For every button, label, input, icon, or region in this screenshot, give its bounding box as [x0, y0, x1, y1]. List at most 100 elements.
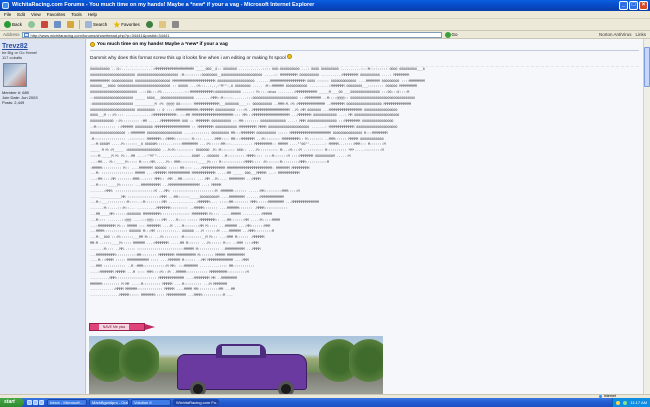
ascii-art-line: ...MMM ::::::::::: ..M :MMM::::::::::::M…	[90, 264, 255, 269]
forward-button[interactable]	[27, 20, 36, 29]
ascii-art-line: ...MMMM:::::::::::: 000000 M:::MM ::::::…	[90, 229, 274, 234]
close-button[interactable]: ×	[639, 1, 648, 10]
start-button[interactable]: start	[0, 398, 24, 407]
mail-icon	[158, 21, 166, 28]
go-label: Go	[451, 32, 458, 37]
maximize-button[interactable]: □	[629, 1, 638, 10]
ascii-art-line: MMMMMMMMMM 00000000000 00000000000000000…	[90, 78, 425, 83]
ascii-art-line: ...............MMMMM::::: MMMMMMM::::: M…	[90, 293, 233, 298]
minimize-button[interactable]: _	[619, 1, 628, 10]
search-button[interactable]: Search	[84, 20, 108, 29]
taskbar-item-active[interactable]: WichitaRacing.com Fo...	[173, 399, 219, 406]
print-icon	[171, 21, 179, 28]
refresh-button[interactable]	[53, 20, 62, 29]
truck-window	[222, 346, 260, 355]
address-url: http://www.wichitaracing.com/forums/show…	[30, 32, 170, 38]
menu-edit[interactable]: Edit	[17, 12, 25, 17]
favorites-star-icon	[113, 21, 121, 28]
quick-launch-icon[interactable]	[39, 400, 44, 405]
taskbar-item[interactable]: Inbox - Microsoft...	[47, 399, 87, 406]
post-title-text: You much time on my hands! Maybe a *new*…	[97, 42, 228, 47]
truck-wheel	[190, 381, 206, 394]
tree-shape	[119, 338, 159, 383]
ascii-art-line: :000000000000000000000 __________M :M: @…	[90, 101, 411, 106]
post-title: You much time on my hands! Maybe a *new*…	[90, 42, 639, 47]
ascii-art-line: ..........MMM::::::::::::::::::::: MMMMM…	[90, 275, 237, 280]
smiley-icon	[90, 42, 95, 47]
system-tray: 11:17 AM	[612, 398, 650, 407]
ascii-art-line: .......M::....:::M::... ..........MMMMMM…	[90, 206, 288, 211]
tree-shape	[349, 338, 383, 383]
standard-toolbar: Back Search Favorites	[0, 19, 650, 31]
ascii-art-line: _____ M M::M_____ :00000000000000000 ...…	[90, 148, 384, 153]
go-button[interactable]: Go	[444, 31, 458, 38]
ascii-art-line: ::00000000000000000000 _____ 0000___0000…	[90, 96, 415, 100]
ascii-art-line: 000000___0000 00000000000000000000000000…	[90, 84, 417, 89]
ascii-art-line: ...:MM... M::_____M::::: M:::::MM......M…	[90, 159, 329, 164]
ascii-art-line: MMMMMM::::::::: M MM .....M::::::::: MMM…	[90, 281, 228, 286]
smiley-icon	[287, 54, 293, 59]
mail-button[interactable]	[158, 20, 167, 29]
home-icon	[67, 21, 75, 28]
ascii-art-line: .......:MMM: ::::::::::::::::::::M ...MM…	[90, 188, 300, 193]
address-label: Address	[3, 32, 20, 37]
author-name-link[interactable]: Trevz82	[2, 43, 85, 50]
search-label: Search	[93, 22, 108, 27]
ascii-art-line: 00000000000000000000000 0000000000000000…	[90, 72, 410, 77]
tray-icon[interactable]	[616, 400, 621, 405]
ascii-art-line: MM:M ..::::____M::::: MMMMMM ...:MMMMMMM…	[90, 241, 259, 245]
author-avatar[interactable]	[3, 63, 27, 87]
toolbar-separator	[79, 20, 81, 29]
post-message-text: Dammit why does this format screw this u…	[90, 56, 286, 61]
menu-favorites[interactable]: Favorites	[47, 12, 66, 17]
tray-icon[interactable]	[623, 400, 628, 405]
menu-tools[interactable]: Tools	[71, 12, 82, 17]
scrollbar-thumb[interactable]	[644, 47, 650, 87]
search-icon	[85, 21, 93, 28]
stop-button[interactable]	[40, 20, 49, 29]
forward-arrow-icon	[28, 21, 36, 28]
address-input[interactable]: http://www.wichitaracing.com/forums/show…	[21, 31, 442, 38]
quick-launch-icon[interactable]	[33, 400, 38, 405]
post-divider	[90, 50, 639, 51]
purple-truck	[177, 344, 307, 394]
go-arrow-icon	[444, 31, 451, 38]
favorites-button[interactable]: Favorites	[112, 20, 141, 29]
ascii-art-line: ...M::___::::::::::M::::..:M:::::::::MM …	[90, 200, 319, 205]
ascii-art-line: ::::M:_____M M: M::..MM ....:""M""......…	[90, 154, 351, 158]
home-button[interactable]	[66, 20, 75, 29]
ascii-art-line: ...MM_____MM:::::::0000000 MMMMMMMMM::::…	[90, 212, 273, 216]
menu-view[interactable]: View	[31, 12, 41, 17]
print-button[interactable]	[171, 20, 180, 29]
links-button[interactable]: Links	[635, 32, 646, 37]
ie-app-icon	[2, 2, 9, 9]
post-author-panel: Trevz82 be Big or Go Home! 117 cobalts M…	[0, 39, 86, 394]
ascii-art-block: 0000000000 ..:0:................:MMMMMMM…	[90, 66, 639, 299]
crayon-image: NAVE Me pisa	[89, 322, 157, 332]
quick-launch-icon[interactable]	[27, 400, 32, 405]
page-content: Trevz82 be Big or Go Home! 117 cobalts M…	[0, 39, 643, 394]
vertical-scrollbar[interactable]	[643, 39, 650, 394]
crayon-tip	[145, 324, 155, 330]
truck-photo	[89, 336, 383, 394]
ascii-art-line: ...:MM::::.MM ::::::::MMM:..:::: MMM:: :…	[90, 177, 261, 182]
menu-file[interactable]: File	[4, 12, 11, 17]
norton-antivirus-button[interactable]: Norton AntiVirus	[599, 32, 631, 37]
taskbar-item[interactable]: Volution II	[131, 399, 171, 406]
menu-bar: File Edit View Favorites Tools Help	[0, 11, 650, 19]
taskbar-item[interactable]: MarkBgwtdpro - Outlook...	[89, 399, 129, 406]
history-button[interactable]	[145, 20, 154, 29]
truck-wheel	[278, 381, 294, 394]
window-titlebar: WichitaRacing.com Forums - You much time…	[0, 0, 650, 11]
ascii-art-line: 000000000000000000000000 ..::00::::M:...…	[90, 90, 410, 95]
ascii-art-line: ..:M:0000M .....M:::::::__0 00000M:::::.…	[90, 142, 386, 147]
ascii-art-line: ....M:::MMMM ::::: MMMMMMMMMMM :::: ....…	[90, 258, 249, 263]
crayon-label: NAVE Me pisa	[99, 324, 129, 330]
menu-help[interactable]: Help	[88, 12, 97, 17]
ascii-art-line: .......M:::: ..MM..:::: ::::::::::::::::…	[90, 246, 261, 251]
back-button[interactable]: Back	[3, 20, 23, 29]
refresh-icon	[54, 21, 62, 28]
window-title: WichitaRacing.com Forums - You much time…	[12, 2, 315, 8]
ascii-art-line: 0000000000 ..:0:................:MMMMMMM…	[90, 67, 425, 71]
windows-taskbar: start Inbox - Microsoft... MarkBgwtdpro …	[0, 398, 650, 407]
